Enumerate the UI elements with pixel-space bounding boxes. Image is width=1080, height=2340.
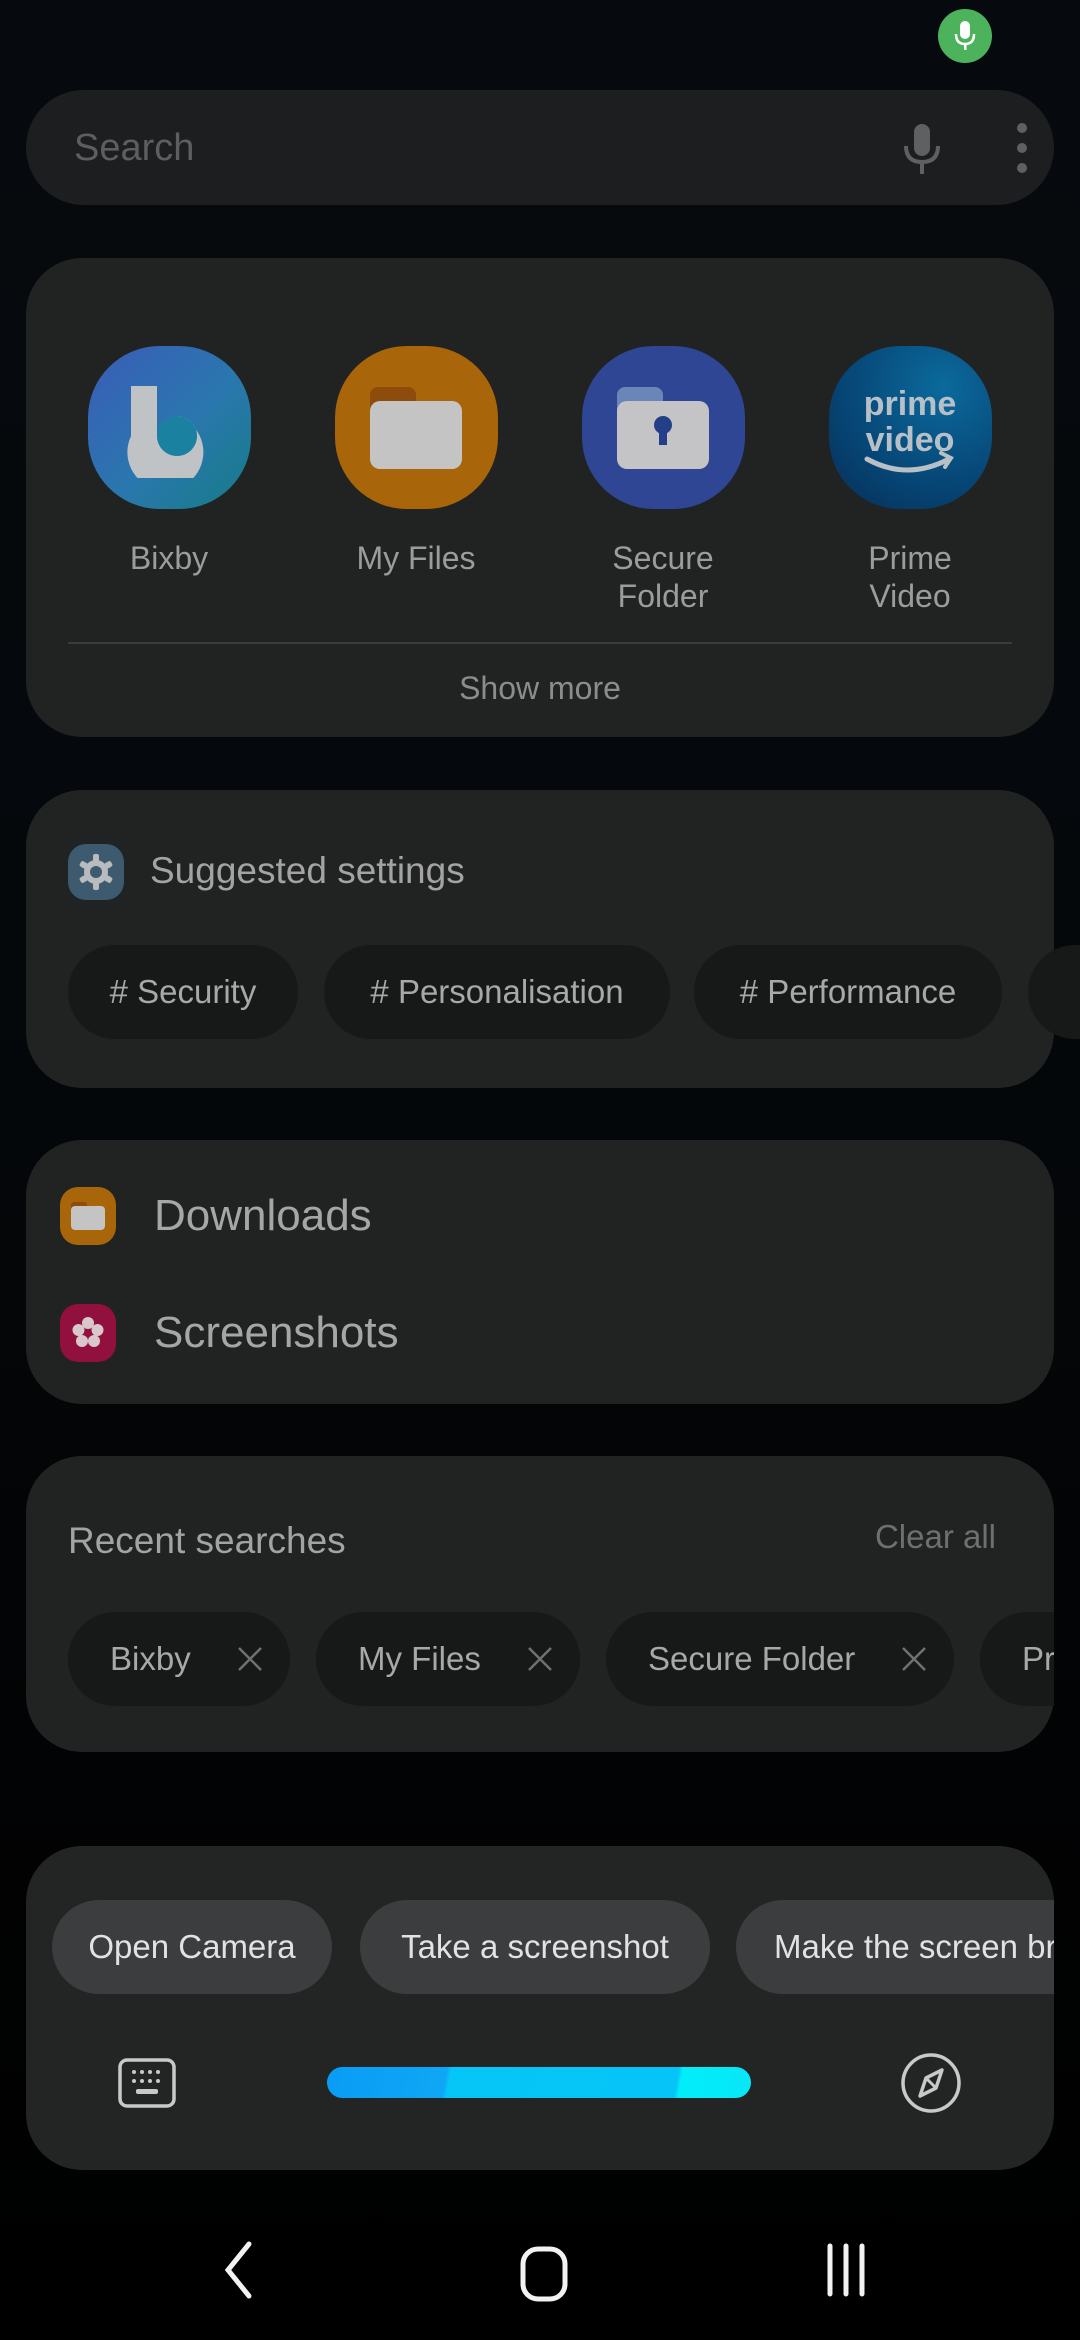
voice-waveform — [327, 2067, 751, 2098]
microphone-active-icon — [954, 21, 976, 50]
folder-icon — [60, 1187, 116, 1245]
setting-chip-partial[interactable] — [1028, 945, 1080, 1039]
bixby-voice-panel: Open Camera Take a screenshot Make the s… — [26, 1846, 1054, 2170]
bixby-icon — [87, 346, 251, 509]
app-my-files[interactable]: My Files — [316, 346, 516, 577]
suggestion-screen-brightness[interactable]: Make the screen br — [736, 1900, 1054, 1994]
recent-searches-card: Recent searches Clear all Bixby My Files… — [26, 1456, 1054, 1752]
my-files-icon — [334, 346, 498, 509]
mic-in-use-indicator — [938, 9, 992, 63]
suggested-settings-card: Suggested settings # Security # Personal… — [26, 790, 1080, 1088]
app-label: Prime Video — [868, 540, 952, 614]
app-results-card: Bixby My Files Secure Folder prime video… — [26, 258, 1054, 737]
app-label: Secure Folder — [612, 540, 714, 614]
recent-chip[interactable]: Secure Folder — [606, 1612, 954, 1706]
gallery-flower-icon — [60, 1304, 116, 1362]
remove-icon[interactable] — [236, 1645, 264, 1673]
section-title: Recent searches — [68, 1520, 346, 1561]
folder-results-card: Downloads Screenshots — [26, 1140, 1054, 1404]
search-input[interactable] — [72, 90, 856, 207]
secure-folder-icon — [581, 346, 745, 509]
show-more-button[interactable]: Show more — [26, 644, 1054, 737]
home-icon — [520, 2246, 568, 2302]
app-label: My Files — [356, 540, 476, 576]
setting-chip-personalisation[interactable]: # Personalisation — [324, 945, 670, 1039]
microphone-icon[interactable] — [894, 120, 950, 176]
clear-all-button[interactable]: Clear all — [875, 1518, 996, 1556]
recents-button[interactable] — [824, 2240, 868, 2300]
prime-text: prime — [864, 385, 957, 423]
recents-icon — [827, 2243, 865, 2297]
recent-chip[interactable]: Bixby — [68, 1612, 290, 1706]
suggestion-take-screenshot[interactable]: Take a screenshot — [360, 1900, 710, 1994]
app-secure-folder[interactable]: Secure Folder — [563, 346, 763, 615]
folder-label: Downloads — [154, 1191, 372, 1240]
app-bixby[interactable]: Bixby — [69, 346, 269, 577]
section-title: Suggested settings — [150, 850, 465, 891]
folder-label: Screenshots — [154, 1308, 399, 1357]
app-prime-video[interactable]: prime video Prime Video — [810, 346, 1010, 615]
app-label: Bixby — [129, 540, 209, 576]
recent-chip[interactable]: My Files — [316, 1612, 580, 1706]
recent-chip-partial[interactable]: Pr — [980, 1612, 1054, 1706]
folder-item-downloads[interactable]: Downloads — [60, 1187, 372, 1245]
setting-chip-performance[interactable]: # Performance — [694, 945, 1002, 1039]
setting-chip-security[interactable]: # Security — [68, 945, 298, 1039]
suggestion-open-camera[interactable]: Open Camera — [52, 1900, 332, 1994]
prime-video-icon: prime video — [828, 346, 992, 509]
more-vertical-icon[interactable] — [1002, 116, 1042, 180]
compass-icon[interactable] — [900, 2052, 962, 2114]
home-button[interactable] — [520, 2246, 568, 2302]
remove-icon[interactable] — [526, 1645, 554, 1673]
folder-item-screenshots[interactable]: Screenshots — [60, 1304, 399, 1362]
search-bar[interactable] — [26, 90, 1054, 207]
back-icon — [224, 2241, 252, 2299]
keyboard-icon[interactable] — [118, 2058, 176, 2108]
remove-icon[interactable] — [900, 1645, 928, 1673]
settings-gear-icon — [68, 844, 124, 900]
back-button[interactable] — [222, 2240, 254, 2300]
